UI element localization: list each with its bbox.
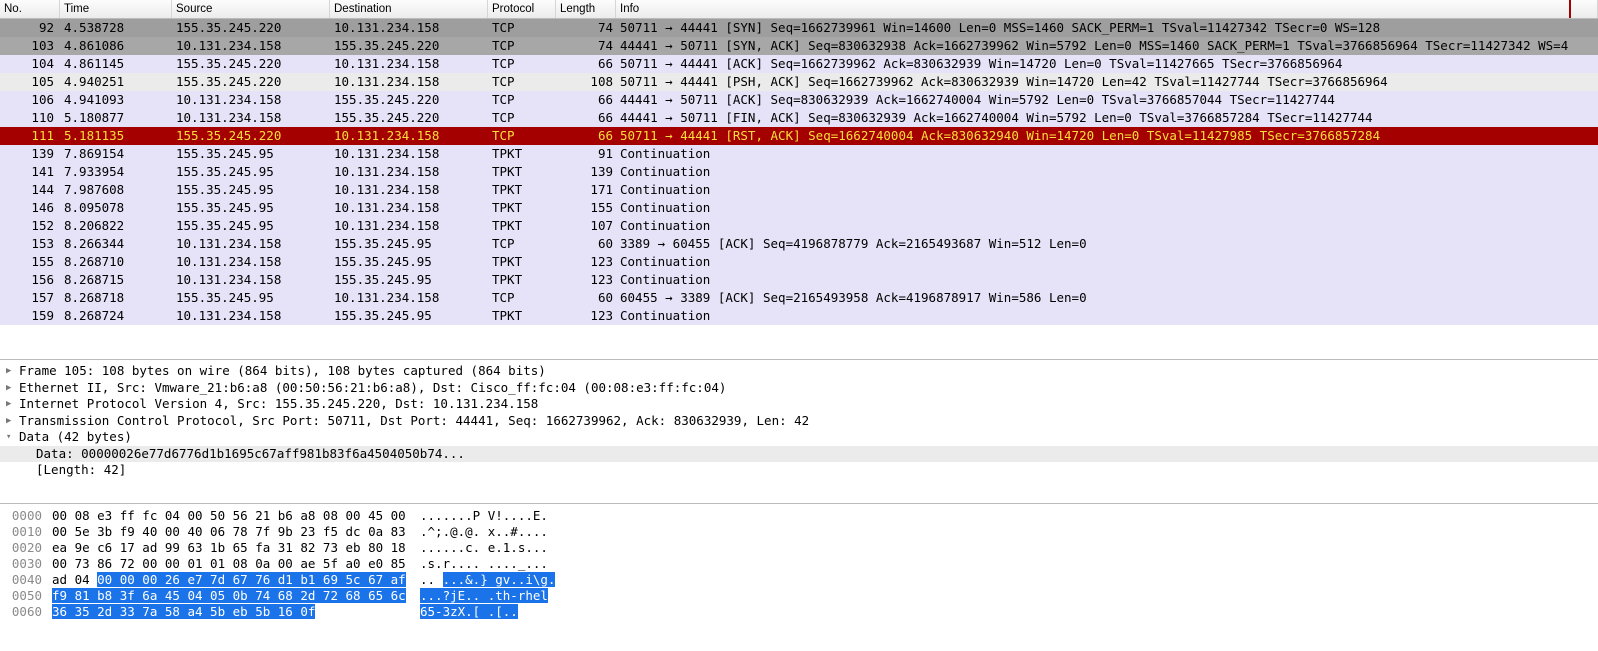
packet-row[interactable]: 1105.18087710.131.234.158155.35.245.220T…: [0, 109, 1598, 127]
hex-row[interactable]: 0040ad 04 00 00 00 26 e7 7d 67 76 d1 b1 …: [6, 572, 1592, 588]
packet-row[interactable]: 1034.86108610.131.234.158155.35.245.220T…: [0, 37, 1598, 55]
col-length[interactable]: Length: [556, 0, 616, 18]
packet-row[interactable]: 1447.987608155.35.245.9510.131.234.158TP…: [0, 181, 1598, 199]
col-destination[interactable]: Destination: [330, 0, 488, 18]
hex-dump[interactable]: 000000 08 e3 ff fc 04 00 50 56 21 b6 a8 …: [0, 504, 1598, 651]
col-info[interactable]: Info: [616, 0, 1598, 18]
hex-row[interactable]: 0050f9 81 b8 3f 6a 45 04 05 0b 74 68 2d …: [6, 588, 1592, 604]
packet-row[interactable]: 1064.94109310.131.234.158155.35.245.220T…: [0, 91, 1598, 109]
chevron-right-icon: ▶: [6, 396, 17, 413]
tree-ip[interactable]: ▶Internet Protocol Version 4, Src: 155.3…: [0, 396, 1598, 413]
tree-frame[interactable]: ▶Frame 105: 108 bytes on wire (864 bits)…: [0, 363, 1598, 380]
packet-row[interactable]: 1054.940251155.35.245.22010.131.234.158T…: [0, 73, 1598, 91]
packet-row[interactable]: 1568.26871510.131.234.158155.35.245.95TP…: [0, 271, 1598, 289]
hex-row[interactable]: 006036 35 2d 33 7a 58 a4 5b eb 5b 16 0f6…: [6, 604, 1592, 620]
chevron-right-icon: ▶: [6, 380, 17, 397]
tree-tcp[interactable]: ▶Transmission Control Protocol, Src Port…: [0, 413, 1598, 430]
packet-row[interactable]: 1115.181135155.35.245.22010.131.234.158T…: [0, 127, 1598, 145]
col-protocol[interactable]: Protocol: [488, 0, 556, 18]
tree-ethernet[interactable]: ▶Ethernet II, Src: Vmware_21:b6:a8 (00:5…: [0, 380, 1598, 397]
tree-data-length[interactable]: [Length: 42]: [0, 462, 1598, 479]
chevron-down-icon: ▾: [6, 429, 17, 446]
packet-row[interactable]: 1598.26872410.131.234.158155.35.245.95TP…: [0, 307, 1598, 325]
packet-row[interactable]: 924.538728155.35.245.22010.131.234.158TC…: [0, 19, 1598, 37]
packet-details-tree[interactable]: ▶Frame 105: 108 bytes on wire (864 bits)…: [0, 360, 1598, 504]
packet-row[interactable]: 1528.206822155.35.245.9510.131.234.158TP…: [0, 217, 1598, 235]
attention-marker: [1569, 0, 1571, 18]
hex-row[interactable]: 003000 73 86 72 00 00 01 01 08 0a 00 ae …: [6, 556, 1592, 572]
packet-row[interactable]: 1468.095078155.35.245.9510.131.234.158TP…: [0, 199, 1598, 217]
hex-row[interactable]: 000000 08 e3 ff fc 04 00 50 56 21 b6 a8 …: [6, 508, 1592, 524]
tree-data[interactable]: ▾Data (42 bytes): [0, 429, 1598, 446]
packet-list[interactable]: 924.538728155.35.245.22010.131.234.158TC…: [0, 19, 1598, 359]
chevron-right-icon: ▶: [6, 363, 17, 380]
packet-row[interactable]: 1538.26634410.131.234.158155.35.245.95TC…: [0, 235, 1598, 253]
packet-row[interactable]: 1417.933954155.35.245.9510.131.234.158TP…: [0, 163, 1598, 181]
col-source[interactable]: Source: [172, 0, 330, 18]
hex-row[interactable]: 001000 5e 3b f9 40 00 40 06 78 7f 9b 23 …: [6, 524, 1592, 540]
packet-list-header[interactable]: No. Time Source Destination Protocol Len…: [0, 0, 1598, 19]
packet-row[interactable]: 1578.268718155.35.245.9510.131.234.158TC…: [0, 289, 1598, 307]
tree-data-data[interactable]: Data: 00000026e77d6776d1b1695c67aff981b8…: [0, 446, 1598, 463]
packet-row[interactable]: 1044.861145155.35.245.22010.131.234.158T…: [0, 55, 1598, 73]
hex-row[interactable]: 0020ea 9e c6 17 ad 99 63 1b 65 fa 31 82 …: [6, 540, 1592, 556]
packet-row[interactable]: 1558.26871010.131.234.158155.35.245.95TP…: [0, 253, 1598, 271]
col-no[interactable]: No.: [0, 0, 60, 18]
packet-row[interactable]: 1397.869154155.35.245.9510.131.234.158TP…: [0, 145, 1598, 163]
chevron-right-icon: ▶: [6, 413, 17, 430]
col-time[interactable]: Time: [60, 0, 172, 18]
